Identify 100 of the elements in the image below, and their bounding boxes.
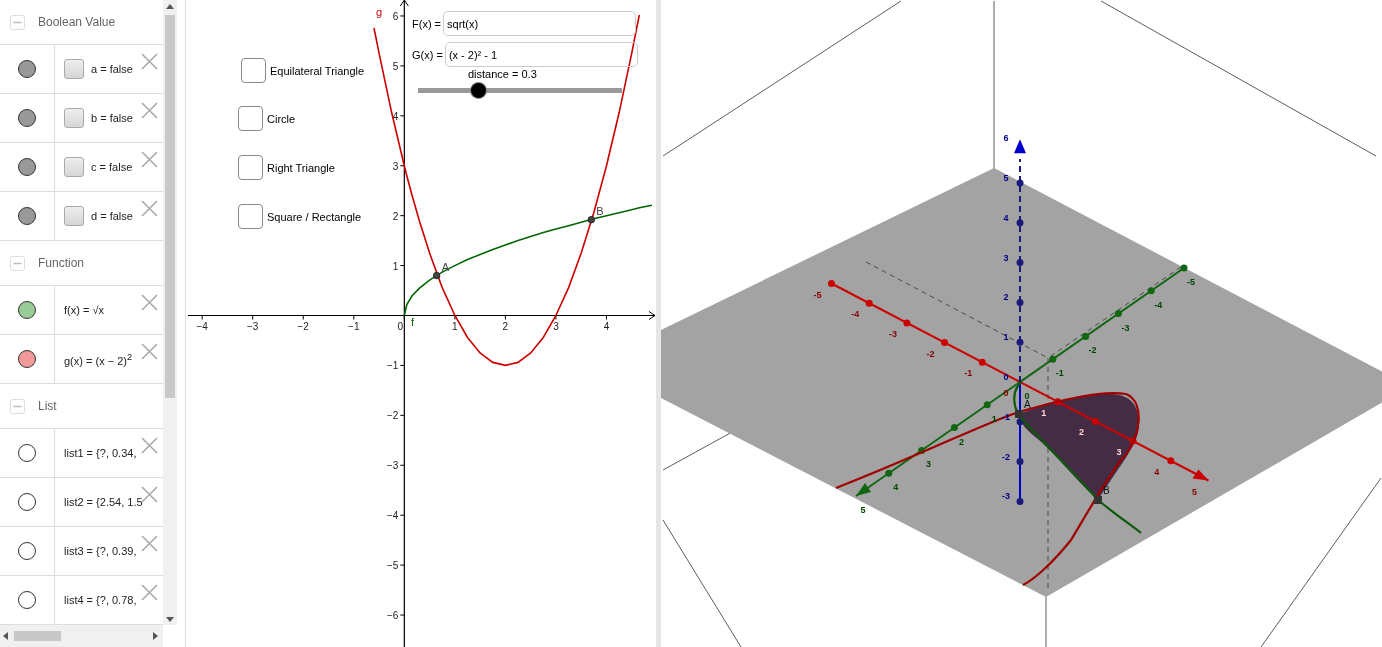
slider-label: distance = 0.3 xyxy=(468,68,537,80)
visibility-toggle[interactable] xyxy=(18,60,36,78)
axis-tick-label: 1 xyxy=(1003,332,1009,343)
algebra-entry[interactable]: c = false xyxy=(91,161,133,173)
horizontal-scrollbar[interactable] xyxy=(0,625,163,647)
delete-icon[interactable] xyxy=(141,535,158,552)
delete-icon[interactable] xyxy=(141,437,158,454)
collapse-icon[interactable] xyxy=(10,398,25,414)
axis-tick-label: −3 xyxy=(247,320,259,332)
axis-tick-label: −1 xyxy=(386,360,399,372)
axis-tick-label: 5 xyxy=(1003,173,1009,183)
group-title: List xyxy=(38,399,57,413)
checkbox-label[interactable]: Right Triangle xyxy=(267,161,335,174)
axis-tick-label: 2 xyxy=(502,320,509,332)
axis-tick-label: −6 xyxy=(386,610,399,622)
algebra-entry[interactable]: d = false xyxy=(91,210,133,222)
scroll-down-icon[interactable] xyxy=(166,617,174,622)
input-field[interactable]: sqrt(x) xyxy=(443,11,637,36)
collapse-icon[interactable] xyxy=(10,14,25,30)
axis-tick-label: 4 xyxy=(392,110,399,122)
checkbox-label[interactable]: Square / Rectangle xyxy=(267,210,362,223)
axis-tick-label: 4 xyxy=(1154,466,1160,477)
axis-tick-label: 5 xyxy=(860,505,866,515)
delete-icon[interactable] xyxy=(141,102,158,119)
axis-tick-label: −2 xyxy=(297,320,309,332)
slider-thumb[interactable] xyxy=(471,83,487,98)
delete-icon[interactable] xyxy=(141,486,158,503)
axis-tick-label: 0 xyxy=(1003,388,1009,398)
axis-tick-label: 1 xyxy=(392,260,399,272)
algebra-entry[interactable]: g(x) = (x − 2)$^{2}$ xyxy=(64,351,133,367)
visibility-toggle[interactable] xyxy=(18,444,36,462)
axis-tick-label: -3 xyxy=(1121,322,1130,333)
axis-tick-label: -5 xyxy=(813,289,822,300)
visibility-toggle[interactable] xyxy=(18,158,36,176)
axis-tick-label: 0 xyxy=(397,320,404,332)
checkbox[interactable] xyxy=(241,58,266,83)
delete-icon[interactable] xyxy=(141,53,158,70)
scroll-thumb[interactable] xyxy=(14,631,61,641)
delete-icon[interactable] xyxy=(141,151,158,168)
delete-icon[interactable] xyxy=(141,343,158,360)
delete-icon[interactable] xyxy=(141,584,158,601)
axis-tick-label: 5 xyxy=(1192,486,1197,497)
collapse-icon[interactable] xyxy=(10,255,25,271)
curve-label: g xyxy=(376,6,383,18)
checkbox[interactable] xyxy=(238,106,263,131)
algebra-entry[interactable]: a = false xyxy=(91,63,133,75)
point-marker[interactable] xyxy=(587,215,595,224)
visibility-toggle[interactable] xyxy=(18,350,36,368)
vertical-scrollbar[interactable] xyxy=(163,0,177,625)
checkbox[interactable] xyxy=(238,155,263,180)
algebra-entry[interactable]: list1 = {?, 0.34, xyxy=(64,447,137,459)
axis-tick-label: -5 xyxy=(1187,277,1195,287)
point-marker[interactable] xyxy=(432,271,441,280)
point-marker[interactable] xyxy=(1094,496,1102,504)
axis-tick-label: -2 xyxy=(1002,451,1010,462)
visibility-toggle[interactable] xyxy=(18,542,36,560)
scroll-left-icon[interactable] xyxy=(3,632,8,640)
checkbox[interactable] xyxy=(64,157,84,177)
axis-tick-label: −4 xyxy=(196,320,208,332)
visibility-toggle[interactable] xyxy=(18,109,36,127)
algebra-entry[interactable]: b = false xyxy=(91,112,133,124)
algebra-entry[interactable]: list3 = {?, 0.39, xyxy=(64,545,137,557)
axis-tick-label: -3 xyxy=(888,328,897,339)
axis-tick-label: 1 xyxy=(452,320,458,332)
point-label: B xyxy=(596,204,604,217)
algebra-entry[interactable]: list4 = {?, 0.78, xyxy=(64,594,137,606)
algebra-entry[interactable]: f(x) = √x xyxy=(64,304,104,316)
axis-tick-label: 1 xyxy=(1041,407,1047,418)
checkbox[interactable] xyxy=(238,204,263,229)
input-label: F(x) = xyxy=(412,17,442,30)
visibility-toggle[interactable] xyxy=(18,301,36,319)
algebra-entry[interactable]: list2 = {2.54, 1.5 xyxy=(64,496,143,508)
axis-tick-label: -1 xyxy=(1055,368,1064,379)
axis-tick-label: 2 xyxy=(1003,292,1009,303)
axis-tick-label: -2 xyxy=(1088,345,1097,356)
axis-tick-label: 6 xyxy=(1003,133,1009,144)
axis-tick-label: 0 xyxy=(1003,372,1009,382)
checkbox-label[interactable]: Equilateral Triangle xyxy=(270,64,365,77)
point-marker[interactable] xyxy=(1015,410,1023,418)
visibility-toggle[interactable] xyxy=(18,591,36,609)
axis-tick-label: -4 xyxy=(851,309,860,320)
visibility-toggle[interactable] xyxy=(18,207,36,225)
group-title: Boolean Value xyxy=(38,15,116,29)
delete-icon[interactable] xyxy=(141,294,158,311)
axis-tick-label: 4 xyxy=(1003,212,1009,223)
axis-tick-label: 2 xyxy=(392,210,399,222)
checkbox[interactable] xyxy=(64,206,84,226)
delete-icon[interactable] xyxy=(141,200,158,217)
checkbox[interactable] xyxy=(64,108,84,128)
visibility-toggle[interactable] xyxy=(18,493,36,511)
axis-tick-label: -3 xyxy=(1002,491,1010,502)
scroll-right-icon[interactable] xyxy=(153,632,158,640)
checkbox-label[interactable]: Circle xyxy=(267,112,296,125)
function-curve[interactable] xyxy=(403,204,653,317)
scroll-thumb[interactable] xyxy=(165,15,175,398)
checkbox[interactable] xyxy=(64,59,84,79)
scroll-up-icon[interactable] xyxy=(166,4,174,9)
input-field[interactable]: (x - 2)² - 1 xyxy=(444,42,638,67)
axis-tick-label: 4 xyxy=(893,482,899,493)
axis-tick-label: 4 xyxy=(603,320,610,332)
